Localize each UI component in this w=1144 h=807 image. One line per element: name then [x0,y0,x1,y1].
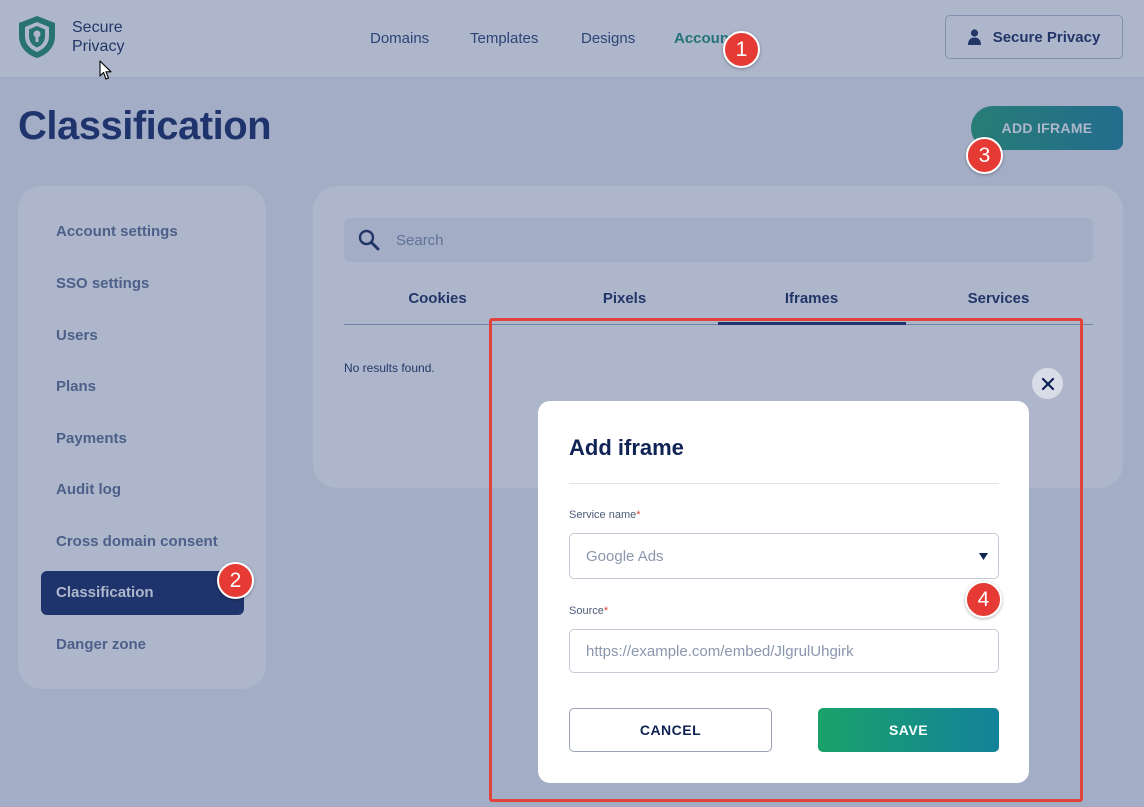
annotation-badge-4: 4 [965,581,1002,618]
annotation-badge-3: 3 [966,137,1003,174]
mouse-pointer-icon [99,60,112,80]
annotation-badge-2: 2 [217,562,254,599]
annotation-highlight-box [489,318,1083,802]
annotation-badge-1: 1 [723,31,760,68]
